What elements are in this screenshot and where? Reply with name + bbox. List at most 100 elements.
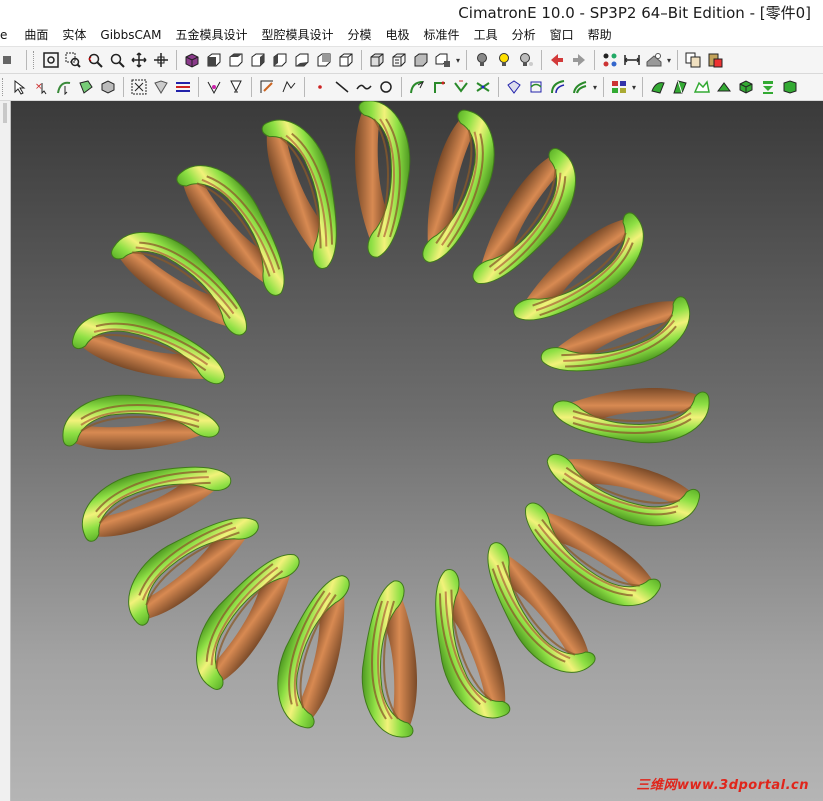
line-icon[interactable] <box>332 77 352 97</box>
toolbar-grip[interactable] <box>2 78 6 96</box>
solid-2-icon[interactable] <box>670 77 690 97</box>
filter-icon[interactable] <box>129 77 149 97</box>
view-left-icon[interactable] <box>270 50 290 70</box>
view-bottom-icon[interactable] <box>292 50 312 70</box>
render-box-icon[interactable] <box>433 50 453 70</box>
menu-item-electrode[interactable]: 电极 <box>379 25 417 45</box>
dropdown-arrow-icon[interactable]: ▾ <box>630 78 638 96</box>
render-shaded-icon[interactable] <box>367 50 387 70</box>
select-face-icon[interactable] <box>76 77 96 97</box>
spline-icon[interactable] <box>354 77 374 97</box>
zoom-fit-icon[interactable] <box>41 50 61 70</box>
measure-icon[interactable] <box>622 50 642 70</box>
point-icon[interactable] <box>310 77 330 97</box>
curve-2-icon[interactable] <box>429 77 449 97</box>
surface-2-icon[interactable] <box>526 77 546 97</box>
toolbar-separator <box>26 50 27 70</box>
svg-text:×: × <box>35 82 43 92</box>
surface-1-icon[interactable] <box>504 77 524 97</box>
select-plus-icon[interactable]: × <box>32 77 52 97</box>
curve-1-icon[interactable] <box>407 77 427 97</box>
panel-handle[interactable] <box>3 103 7 123</box>
curve-3-icon[interactable] <box>451 77 471 97</box>
toolbar-separator <box>251 77 252 97</box>
light-multi-icon[interactable] <box>516 50 536 70</box>
view-right-icon[interactable] <box>248 50 268 70</box>
solid-1-icon[interactable] <box>648 77 668 97</box>
render-hidden-icon[interactable] <box>411 50 431 70</box>
solid-4-icon[interactable] <box>714 77 734 97</box>
window-title: CimatronE 10.0 - SP3P2 64–Bit Edition - … <box>458 4 811 22</box>
view-back-icon[interactable] <box>314 50 334 70</box>
zoom-window-icon[interactable] <box>63 50 83 70</box>
light-on-icon[interactable] <box>494 50 514 70</box>
dropdown-arrow-icon[interactable]: ▾ <box>665 51 673 69</box>
menu-bar: e 曲面 实体 GibbsCAM 五金模具设计 型腔模具设计 分模 电极 标准件… <box>0 24 823 47</box>
toolbar-separator <box>304 77 305 97</box>
menu-item-parting[interactable]: 分模 <box>341 25 379 45</box>
left-panel-edge[interactable] <box>0 101 11 801</box>
toroidal-spring-model <box>62 101 710 738</box>
toolbar-separator <box>198 77 199 97</box>
solid-5-icon[interactable] <box>736 77 756 97</box>
menu-item-mold-design[interactable]: 型腔模具设计 <box>255 25 341 45</box>
zoom-icon[interactable] <box>107 50 127 70</box>
snap-icon[interactable] <box>204 77 224 97</box>
spring-coils <box>62 101 710 738</box>
grid-icon[interactable] <box>609 77 629 97</box>
menu-item-standard-parts[interactable]: 标准件 <box>417 25 467 45</box>
toolbar-separator <box>498 77 499 97</box>
zoom-previous-icon[interactable] <box>85 50 105 70</box>
coil-loop <box>354 101 411 258</box>
select-icon[interactable] <box>10 77 30 97</box>
menu-item-partial[interactable]: e <box>0 25 17 45</box>
coil-loop <box>361 580 418 738</box>
toolbar-separator <box>176 50 177 70</box>
arrow-left-icon[interactable] <box>547 50 567 70</box>
menu-item-help[interactable]: 帮助 <box>581 25 619 45</box>
menu-item-analysis[interactable]: 分析 <box>505 25 543 45</box>
surface-3-icon[interactable] <box>548 77 568 97</box>
settings-icon[interactable] <box>644 50 664 70</box>
solid-6-icon[interactable] <box>758 77 778 97</box>
menu-item-die-design[interactable]: 五金模具设计 <box>168 25 254 45</box>
solid-7-icon[interactable] <box>780 77 800 97</box>
pan-icon[interactable] <box>129 50 149 70</box>
select-body-icon[interactable] <box>98 77 118 97</box>
menu-item-surface[interactable]: 曲面 <box>17 25 55 45</box>
feature-toolbar: × ▾ ▾ <box>0 74 823 101</box>
render-wire-icon[interactable] <box>389 50 409 70</box>
layer-icon[interactable] <box>600 50 620 70</box>
graphics-viewport[interactable]: 三维网www.3dportal.cn <box>11 101 823 801</box>
toolbar-separator <box>541 50 542 70</box>
paste-icon[interactable] <box>705 50 725 70</box>
filter-2-icon[interactable] <box>151 77 171 97</box>
menu-item-window[interactable]: 窗口 <box>543 25 581 45</box>
menu-item-tools[interactable]: 工具 <box>467 25 505 45</box>
dropdown-arrow-icon[interactable]: ▾ <box>454 51 462 69</box>
view-top-icon[interactable] <box>226 50 246 70</box>
select-curve-icon[interactable] <box>54 77 74 97</box>
solid-3-icon[interactable] <box>692 77 712 97</box>
arrow-right-icon[interactable] <box>569 50 589 70</box>
view-dynamic-icon[interactable] <box>336 50 356 70</box>
toolbar-separator <box>401 77 402 97</box>
light-icon[interactable] <box>472 50 492 70</box>
sketch-2-icon[interactable] <box>279 77 299 97</box>
sketch-icon[interactable] <box>257 77 277 97</box>
list-icon[interactable] <box>173 77 193 97</box>
view-front-icon[interactable] <box>204 50 224 70</box>
snap-2-icon[interactable] <box>226 77 246 97</box>
menu-item-gibbscam[interactable]: GibbsCAM <box>93 25 168 45</box>
menu-item-solid[interactable]: 实体 <box>55 25 93 45</box>
view-iso-icon[interactable] <box>182 50 202 70</box>
toolbar-grip[interactable] <box>33 51 37 69</box>
view-toolbar: ▾ ▾ <box>0 47 823 74</box>
rotate-icon[interactable] <box>151 50 171 70</box>
curve-4-icon[interactable] <box>473 77 493 97</box>
overflow-icon[interactable] <box>1 50 21 70</box>
surface-4-icon[interactable] <box>570 77 590 97</box>
circle-icon[interactable] <box>376 77 396 97</box>
dropdown-arrow-icon[interactable]: ▾ <box>591 78 599 96</box>
copy-icon[interactable] <box>683 50 703 70</box>
